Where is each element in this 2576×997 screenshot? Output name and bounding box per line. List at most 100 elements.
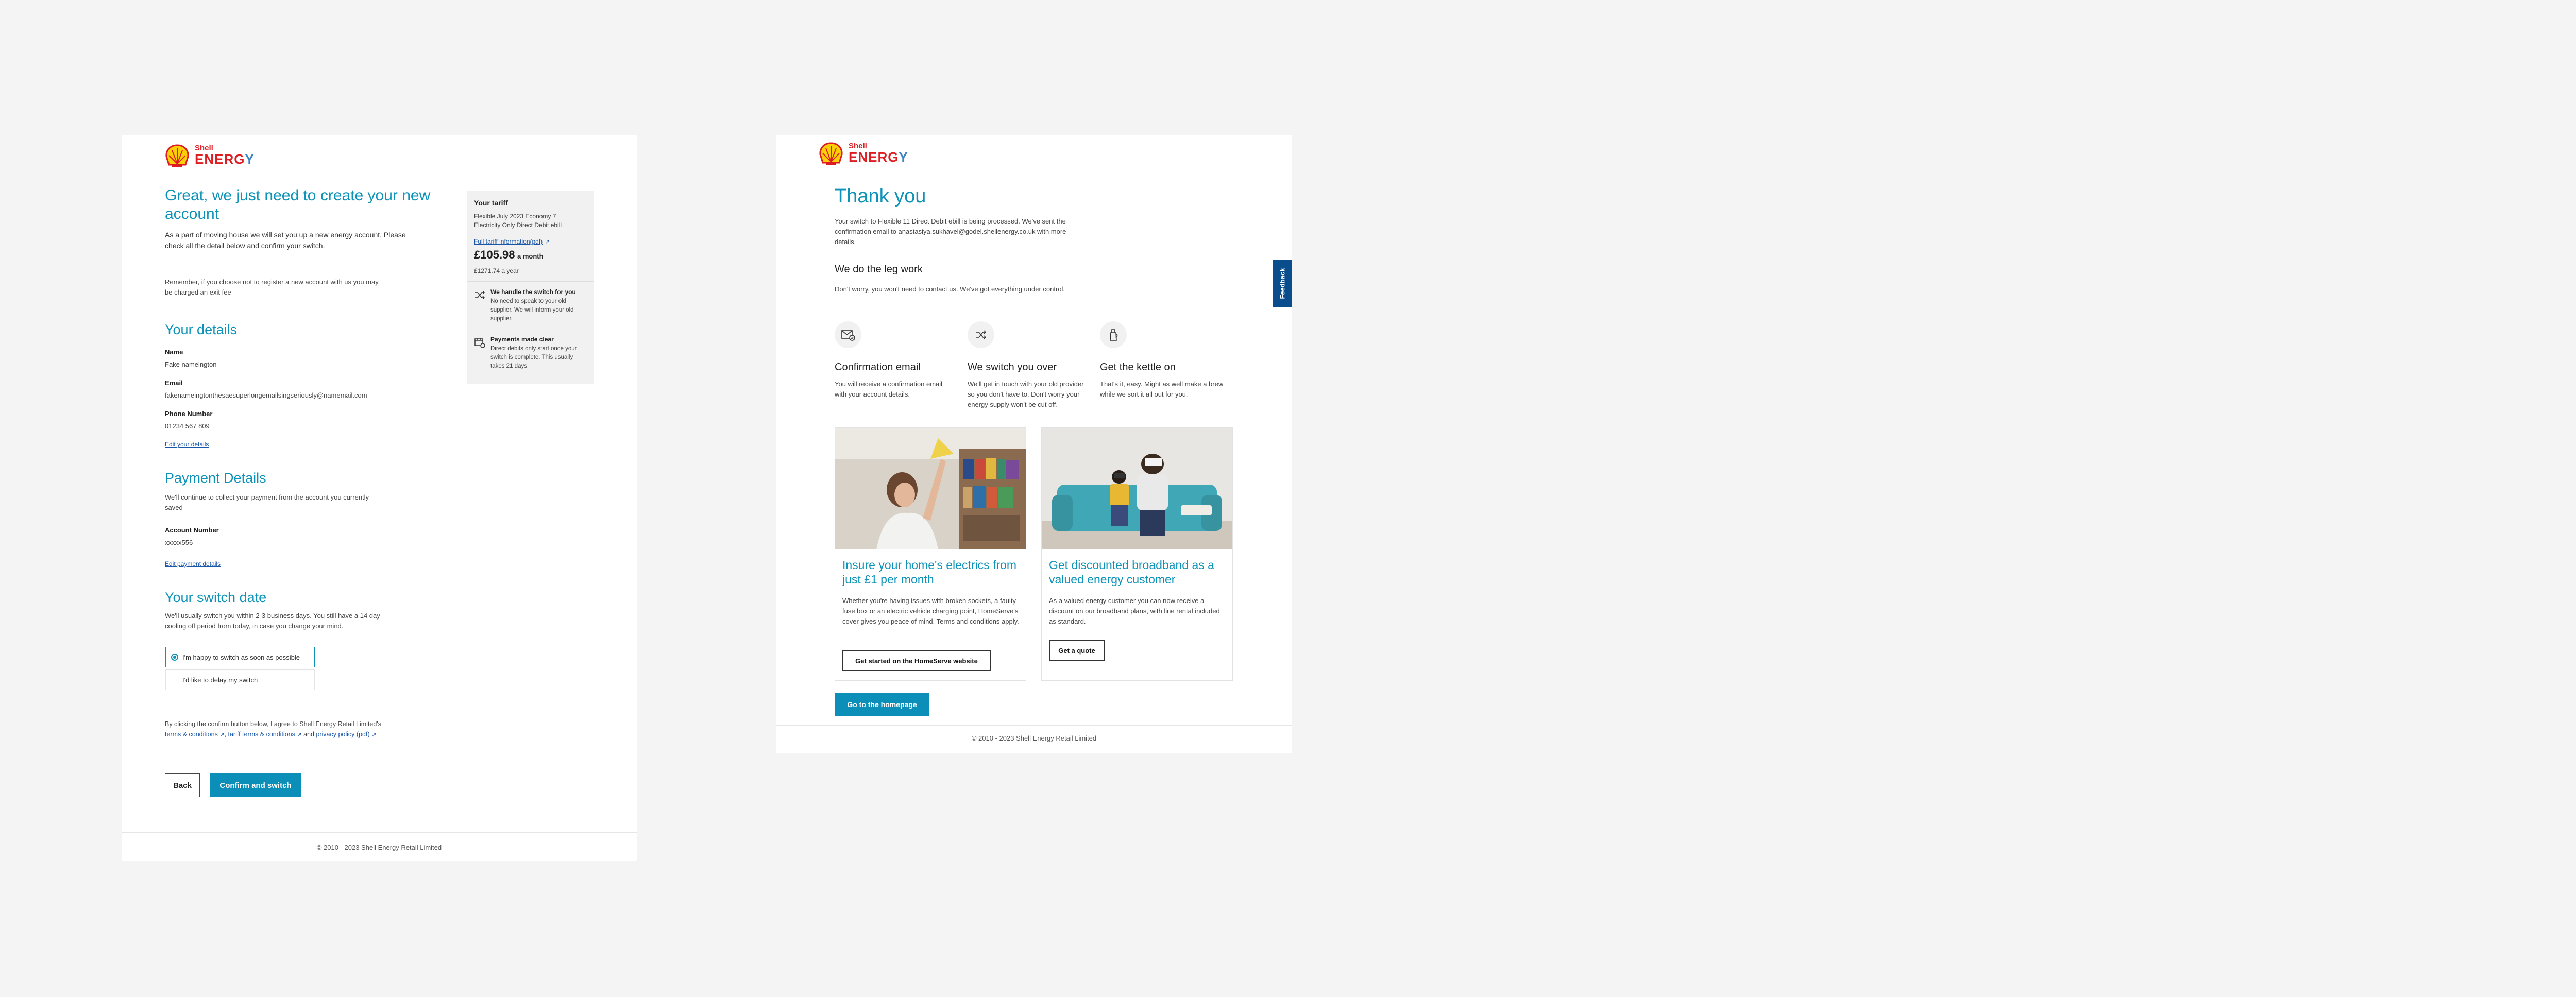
footer-divider <box>122 832 637 833</box>
brand-energ: ENERG <box>849 149 899 165</box>
thank-you-title: Thank you <box>835 185 926 207</box>
payment-text: We'll continue to collect your payment f… <box>165 493 369 511</box>
family-vr-sofa-image <box>1042 428 1232 549</box>
name-label: Name <box>165 348 183 356</box>
divider <box>467 281 594 282</box>
switch-date-text: We'll usually switch you within 2-3 busi… <box>165 612 380 630</box>
broadband-text: As a valued energy customer you can now … <box>1049 597 1220 625</box>
brand-line2: ENERGY <box>195 152 255 166</box>
new-account-panel: Shell ENERGY Great, we just need to crea… <box>122 135 637 861</box>
homeserve-button[interactable]: Get started on the HomeServe website <box>842 650 991 671</box>
shuffle-icon <box>976 330 987 339</box>
feature-email-title: Confirmation email <box>835 362 921 373</box>
external-link-icon: ↗ <box>545 239 550 245</box>
price-period: a month <box>517 252 544 260</box>
confirmation-text: Your switch to Flexible 11 Direct Debit … <box>835 217 1066 246</box>
leg-work-text: Don't worry, you won't need to contact u… <box>835 285 1065 293</box>
shell-pecten-icon <box>165 144 189 167</box>
shuffle-icon <box>475 290 485 300</box>
thank-you-panel: Shell ENERGY Thank you Your switch to Fl… <box>776 135 1292 753</box>
broadband-card: Get discounted broadband as a valued ene… <box>1041 427 1233 681</box>
homeserve-photo <box>835 428 1026 549</box>
footer-divider <box>776 725 1292 726</box>
terms-and: and <box>303 731 314 738</box>
payment-calendar-icon <box>474 338 485 348</box>
homeserve-title: Insure your home's electrics from just £… <box>842 558 1017 586</box>
privacy-policy-link[interactable]: privacy policy (pdf) <box>316 731 369 738</box>
switch-delay-label: I'd like to delay my switch <box>182 676 258 684</box>
external-link-icon: ↗ <box>219 732 225 738</box>
back-button[interactable]: Back <box>165 773 200 797</box>
benefit-switch-text: No need to speak to your old supplier. W… <box>490 298 574 322</box>
tariff-name: Flexible July 2023 Economy 7 Electricity… <box>474 213 562 229</box>
tariff-price-row: £105.98 a month <box>474 248 544 262</box>
switch-date-heading: Your switch date <box>165 590 267 605</box>
external-link-icon: ↗ <box>371 732 377 738</box>
brand-line1: Shell <box>849 142 867 150</box>
benefit-switch: We handle the switch for you No need to … <box>490 288 588 323</box>
payment-details-heading: Payment Details <box>165 470 266 486</box>
shell-energy-logo[interactable]: Shell ENERGY <box>165 144 255 168</box>
radio-selected-icon <box>171 654 178 661</box>
kettle-icon <box>1110 329 1118 341</box>
broadband-photo <box>1042 428 1232 549</box>
switch-icon-wrap <box>968 321 994 348</box>
intro-text: As a part of moving house we will set yo… <box>165 231 406 250</box>
email-label: Email <box>165 379 183 387</box>
name-value: Fake name­ington <box>165 360 217 368</box>
homeserve-card: Insure your home's electrics from just £… <box>835 427 1026 681</box>
shell-energy-logo[interactable]: Shell ENERGY <box>819 142 908 166</box>
brand-energ: ENERG <box>195 151 245 167</box>
footer-copyright: © 2010 - 2023 Shell Energy Retail Limite… <box>971 734 1097 742</box>
confirm-switch-button[interactable]: Confirm and switch <box>210 773 301 797</box>
account-number-value: xxxxx556 <box>165 539 193 546</box>
benefit-switch-title: We handle the switch for you <box>490 288 576 296</box>
homeserve-text: Whether you're having issues with broken… <box>842 597 1019 625</box>
envelope-icon <box>841 330 855 341</box>
benefit-payments-title: Payments made clear <box>490 336 554 343</box>
phone-label: Phone Number <box>165 410 213 418</box>
terms-pre: By clicking the confirm button below, I … <box>165 720 381 728</box>
homepage-button[interactable]: Go to the homepage <box>835 693 929 716</box>
terms-link[interactable]: terms & conditions <box>165 731 218 738</box>
switch-asap-label: I'm happy to switch as soon as possible <box>182 653 300 661</box>
brand-y: Y <box>245 151 255 167</box>
feature-email-text: You will receive a confirmation email wi… <box>835 380 943 398</box>
feature-kettle-text: That's it, easy. Might as well make a br… <box>1100 380 1224 398</box>
tariff-summary: Your tariff Flexible July 2023 Economy 7… <box>467 191 594 384</box>
feature-switch-text: We'll get in touch with your old provide… <box>968 380 1084 408</box>
your-details-heading: Your details <box>165 322 238 337</box>
get-quote-button[interactable]: Get a quote <box>1049 640 1105 661</box>
page-title: Great, we just need to create your new a… <box>165 187 431 222</box>
terms-text: By clicking the confirm button below, I … <box>165 720 381 738</box>
email-icon-wrap <box>835 321 861 348</box>
tariff-terms-link[interactable]: tariff terms & conditions <box>228 731 295 738</box>
tariff-heading: Your tariff <box>474 199 508 207</box>
brand-line1: Shell <box>195 144 213 152</box>
broadband-title: Get discounted broadband as a valued ene… <box>1049 558 1214 586</box>
footer-copyright: © 2010 - 2023 Shell Energy Retail Limite… <box>316 844 442 851</box>
shell-pecten-icon <box>819 142 843 165</box>
brand-y: Y <box>899 149 908 165</box>
benefit-payments-text: Direct debits only start once your switc… <box>490 346 577 369</box>
account-number-label: Account Number <box>165 526 219 534</box>
tariff-info-link-text: Full tariff information(pdf) <box>474 238 543 245</box>
edit-details-link[interactable]: Edit your details <box>165 441 209 448</box>
external-link-icon: ↗ <box>297 732 302 738</box>
feature-kettle-title: Get the kettle on <box>1100 362 1176 373</box>
email-value: fakenameingtonthesaesuperlongemailsingse… <box>165 391 367 399</box>
benefit-payments: Payments made clear Direct debits only s… <box>490 336 588 371</box>
feedback-label: Feedback <box>1278 268 1286 299</box>
monthly-price: £105.98 <box>474 248 515 261</box>
switch-delay-radio[interactable]: I'd like to delay my switch <box>165 669 315 690</box>
exit-fee-reminder: Remember, if you choose not to register … <box>165 278 379 296</box>
edit-payment-link[interactable]: Edit payment details <box>165 560 221 568</box>
feedback-tab[interactable]: Feedback <box>1273 260 1292 307</box>
yearly-price: £1271.74 a year <box>474 267 519 274</box>
kettle-icon-wrap <box>1100 321 1127 348</box>
switch-asap-radio[interactable]: I'm happy to switch as soon as possible <box>165 647 315 667</box>
tariff-info-link[interactable]: Full tariff information(pdf) ↗ <box>474 237 550 246</box>
leg-work-heading: We do the leg work <box>835 264 923 275</box>
phone-value: 01234 567 809 <box>165 422 210 430</box>
feature-switch-title: We switch you over <box>968 362 1057 373</box>
